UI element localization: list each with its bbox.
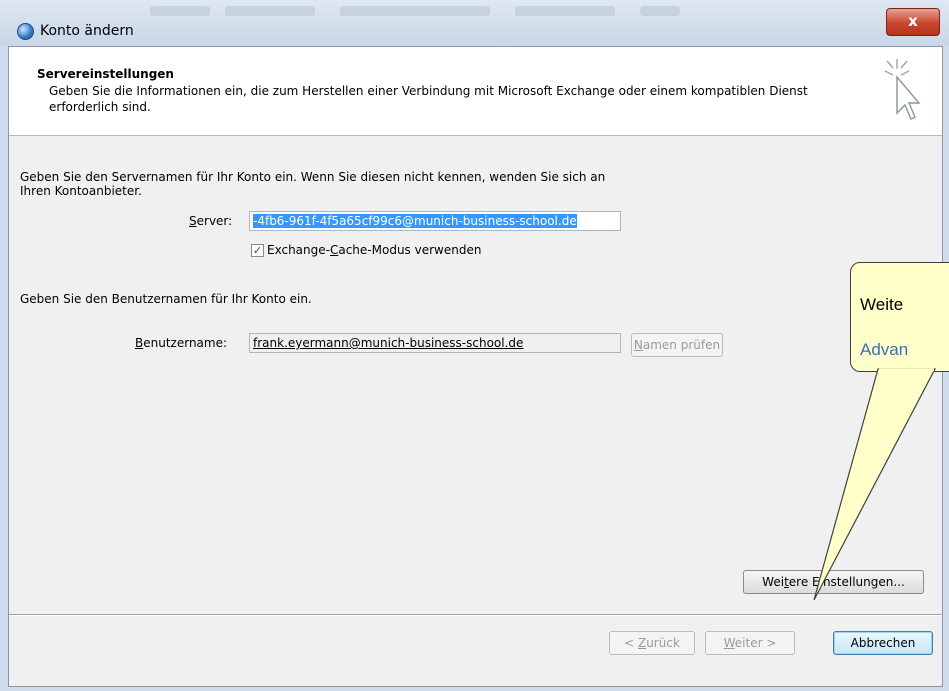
server-input[interactable]: -4fb6-961f-4f5a65cf99c6@munich-business-… bbox=[249, 211, 621, 231]
callout-line-english: Advan bbox=[860, 340, 909, 359]
check-names-button[interactable]: Namen prüfen bbox=[631, 333, 723, 357]
outlook-globe-icon bbox=[17, 23, 34, 40]
user-instruction: Geben Sie den Benutzernamen für Ihr Kont… bbox=[20, 292, 312, 306]
background-blur bbox=[225, 6, 315, 16]
background-blur bbox=[640, 6, 680, 16]
back-text: < bbox=[624, 636, 638, 650]
form-area: Geben Sie den Servernamen für Ihr Konto … bbox=[9, 136, 942, 606]
header-panel: Servereinstellungen Geben Sie die Inform… bbox=[9, 47, 942, 136]
background-blur bbox=[150, 6, 210, 16]
cache-mode-checkbox[interactable]: ✓ bbox=[251, 244, 264, 257]
back-accel: Z bbox=[637, 636, 647, 650]
more-settings-text: Wei bbox=[762, 575, 785, 589]
back-button[interactable]: < Zurück bbox=[609, 631, 695, 655]
server-label: Server: bbox=[189, 214, 232, 228]
cache-mode-label[interactable]: Exchange-Cache-Modus verwenden bbox=[267, 243, 481, 257]
page-title: Servereinstellungen bbox=[37, 67, 174, 81]
username-label-accel: B bbox=[135, 336, 144, 350]
server-label-accel: S bbox=[189, 214, 197, 228]
close-button[interactable]: x bbox=[886, 8, 940, 36]
next-rest: eiter > bbox=[734, 636, 777, 650]
username-input[interactable]: frank.eyermann@munich-business-school.de bbox=[249, 333, 621, 353]
background-blur bbox=[340, 6, 490, 16]
username-label-rest: enutzername: bbox=[143, 336, 228, 350]
page-description: Geben Sie die Informationen ein, die zum… bbox=[49, 84, 808, 114]
server-label-rest: erver: bbox=[196, 214, 233, 228]
username-value: frank.eyermann@munich-business-school.de bbox=[253, 336, 524, 350]
cancel-button[interactable]: Abbrechen bbox=[833, 631, 933, 655]
background-blur bbox=[515, 6, 615, 16]
cache-label-text: Exchange- bbox=[267, 243, 330, 257]
window-title: Konto ändern bbox=[40, 23, 134, 39]
check-names-rest: amen prüfen bbox=[642, 338, 721, 352]
footer-divider bbox=[9, 614, 942, 616]
dialog-content: Servereinstellungen Geben Sie die Inform… bbox=[8, 46, 943, 687]
server-value: -4fb6-961f-4f5a65cf99c6@munich-business-… bbox=[253, 214, 577, 228]
next-accel: W bbox=[723, 636, 735, 650]
server-instruction: Geben Sie den Servernamen für Ihr Konto … bbox=[20, 170, 606, 198]
check-names-accel: N bbox=[633, 338, 643, 352]
back-rest: urück bbox=[646, 636, 680, 650]
username-label: Benutzername: bbox=[135, 336, 227, 350]
cache-label-rest: ache-Modus verwenden bbox=[338, 243, 482, 257]
cursor-click-icon bbox=[884, 59, 921, 120]
dialog-window: Konto ändern x Servereinstellungen Geben… bbox=[0, 0, 949, 691]
more-settings-button[interactable]: Weitere Einstellungen... bbox=[743, 570, 924, 594]
callout-line-german: Weite bbox=[860, 295, 904, 314]
more-settings-rest: ere Einstellungen... bbox=[788, 575, 905, 589]
next-button[interactable]: Weiter > bbox=[705, 631, 795, 655]
title-bar[interactable]: Konto ändern x bbox=[0, 0, 949, 46]
